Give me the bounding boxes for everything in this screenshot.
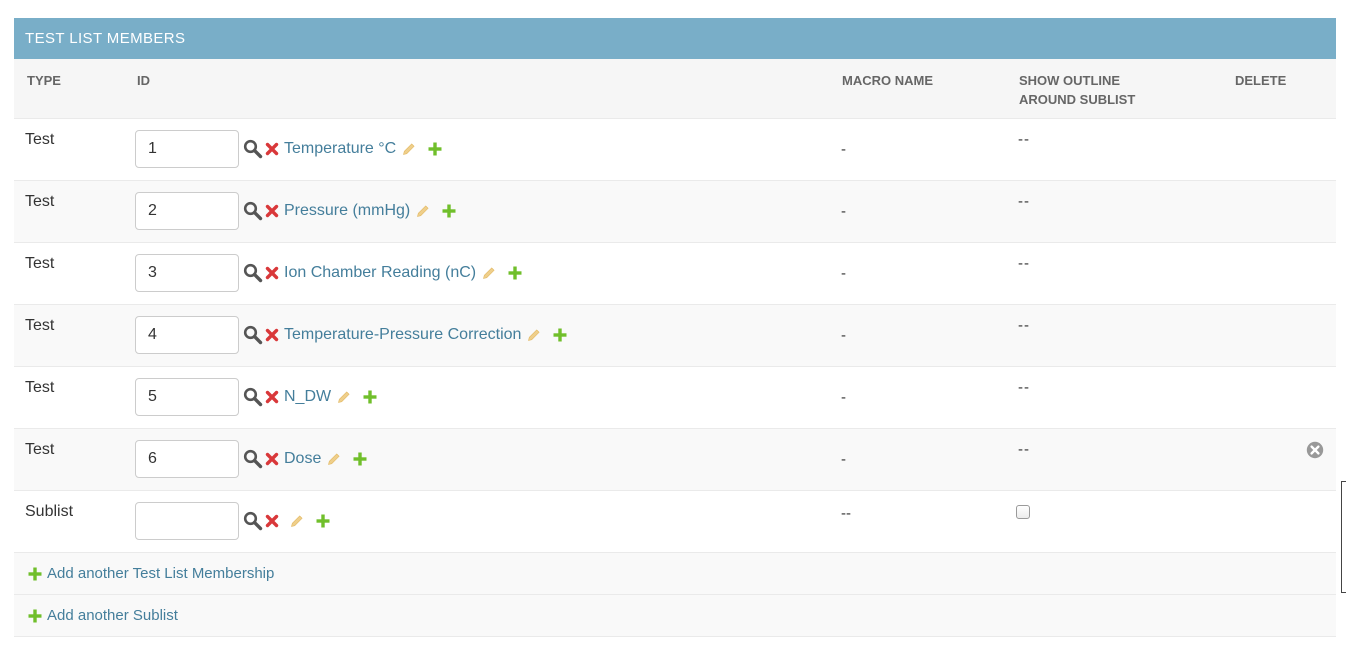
pencil-icon[interactable]: [327, 452, 341, 466]
row-type: Test: [25, 131, 55, 148]
add-membership-row: Add another Test List Membership: [14, 553, 1336, 595]
red-x-icon[interactable]: [265, 266, 279, 280]
id-input[interactable]: 2: [135, 192, 239, 230]
module-caption: TEST LIST MEMBERS: [14, 18, 1336, 59]
plus-icon[interactable]: [316, 514, 330, 528]
pencil-icon[interactable]: [527, 328, 541, 342]
row-type: Test: [25, 255, 55, 272]
table-row: Test 1 Temperature °C - --: [14, 119, 1336, 181]
related-widgets: Pressure (mmHg): [243, 199, 456, 223]
show-outline-value: --: [1018, 441, 1030, 458]
red-x-icon[interactable]: [265, 142, 279, 156]
id-input[interactable]: 5: [135, 378, 239, 416]
pencil-icon[interactable]: [402, 142, 416, 156]
add-sublist-row: Add another Sublist: [14, 595, 1336, 637]
macro-name: -: [841, 265, 846, 282]
id-input[interactable]: 4: [135, 316, 239, 354]
macro-name: -: [841, 141, 846, 158]
row-type: Test: [25, 193, 55, 210]
plus-icon[interactable]: [553, 328, 567, 342]
related-widgets: Ion Chamber Reading (nC): [243, 261, 522, 285]
plus-icon[interactable]: [353, 452, 367, 466]
circle-x-icon[interactable]: [1306, 441, 1324, 459]
show-outline-value: --: [1018, 255, 1030, 272]
column-header-macro-name: MACRO NAME: [842, 73, 933, 88]
row-type: Test: [25, 441, 55, 458]
show-outline-value: --: [1018, 193, 1030, 210]
red-x-icon[interactable]: [265, 328, 279, 342]
id-input[interactable]: 6: [135, 440, 239, 478]
show-outline-value: --: [1018, 131, 1030, 148]
column-header-delete: DELETE: [1235, 73, 1287, 88]
related-widgets: [243, 509, 330, 533]
related-object-link[interactable]: Temperature °C: [284, 140, 396, 158]
show-outline-checkbox[interactable]: [1016, 505, 1030, 519]
related-object-link[interactable]: Ion Chamber Reading (nC): [284, 264, 476, 282]
magnifier-icon[interactable]: [243, 201, 263, 221]
plus-icon[interactable]: [28, 567, 42, 581]
show-outline-value: --: [1018, 379, 1030, 396]
related-widgets: Dose: [243, 447, 367, 471]
macro-name: -: [841, 203, 846, 220]
macro-name: -: [841, 389, 846, 406]
plus-icon[interactable]: [28, 609, 42, 623]
row-type: Sublist: [25, 503, 74, 520]
side-panel-edge: [1341, 481, 1346, 593]
column-header-show-outline-line2: AROUND SUBLIST: [1019, 92, 1136, 107]
table-row: Test 5 N_DW - --: [14, 367, 1336, 429]
magnifier-icon[interactable]: [243, 387, 263, 407]
related-widgets: Temperature-Pressure Correction: [243, 323, 567, 347]
magnifier-icon[interactable]: [243, 139, 263, 159]
pencil-icon[interactable]: [337, 390, 351, 404]
test-list-members-module: TEST LIST MEMBERS TYPE ID MACRO NAME SHO…: [14, 18, 1336, 637]
macro-name: -: [841, 327, 846, 344]
row-type: Test: [25, 317, 55, 334]
related-widgets: N_DW: [243, 385, 377, 409]
macro-name: --: [841, 505, 851, 522]
plus-icon[interactable]: [363, 390, 377, 404]
magnifier-icon[interactable]: [243, 511, 263, 531]
red-x-icon[interactable]: [265, 204, 279, 218]
table-row: Sublist --: [14, 491, 1336, 553]
add-sublist-link[interactable]: Add another Sublist: [47, 607, 178, 624]
id-input[interactable]: [135, 502, 239, 540]
plus-icon[interactable]: [428, 142, 442, 156]
magnifier-icon[interactable]: [243, 325, 263, 345]
pencil-icon[interactable]: [482, 266, 496, 280]
plus-icon[interactable]: [442, 204, 456, 218]
pencil-icon[interactable]: [290, 514, 304, 528]
macro-name: -: [841, 451, 846, 468]
table-header: TYPE ID MACRO NAME SHOW OUTLINE AROUND S…: [14, 59, 1336, 119]
table-row: Test 6 Dose - --: [14, 429, 1336, 491]
magnifier-icon[interactable]: [243, 263, 263, 283]
related-object-link[interactable]: Dose: [284, 450, 321, 468]
related-widgets: Temperature °C: [243, 137, 442, 161]
magnifier-icon[interactable]: [243, 449, 263, 469]
red-x-icon[interactable]: [265, 452, 279, 466]
show-outline-value: --: [1018, 317, 1030, 334]
id-input[interactable]: 3: [135, 254, 239, 292]
column-header-show-outline-line1: SHOW OUTLINE: [1019, 73, 1121, 88]
table-row: Test 2 Pressure (mmHg) - --: [14, 181, 1336, 243]
related-object-link[interactable]: Temperature-Pressure Correction: [284, 326, 521, 344]
plus-icon[interactable]: [508, 266, 522, 280]
pencil-icon[interactable]: [416, 204, 430, 218]
table-row: Test 3 Ion Chamber Reading (nC) - --: [14, 243, 1336, 305]
related-object-link[interactable]: N_DW: [284, 388, 331, 406]
table-row: Test 4 Temperature-Pressure Correction -…: [14, 305, 1336, 367]
column-header-type: TYPE: [27, 73, 61, 88]
row-type: Test: [25, 379, 55, 396]
red-x-icon[interactable]: [265, 514, 279, 528]
related-object-link[interactable]: Pressure (mmHg): [284, 202, 410, 220]
add-membership-link[interactable]: Add another Test List Membership: [47, 565, 274, 582]
id-input[interactable]: 1: [135, 130, 239, 168]
column-header-id: ID: [137, 73, 150, 88]
red-x-icon[interactable]: [265, 390, 279, 404]
column-header-show-outline: SHOW OUTLINE AROUND SUBLIST: [1019, 71, 1135, 109]
